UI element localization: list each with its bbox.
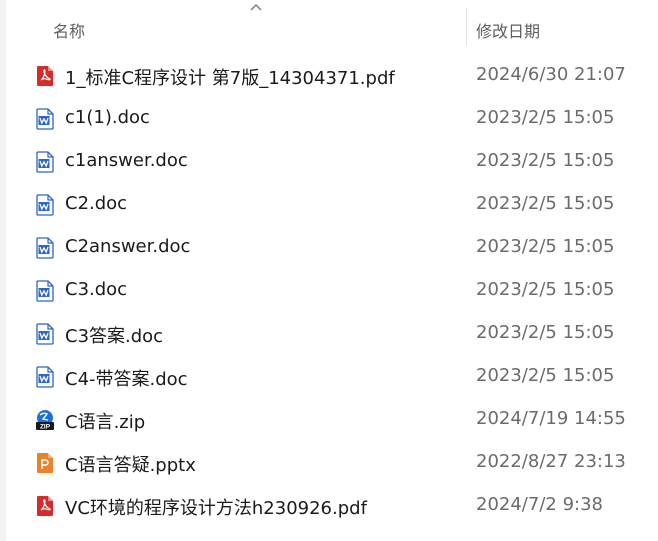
pptx-icon [37, 453, 53, 473]
word-doc-icon [36, 280, 54, 302]
file-name: C3答案.doc [65, 326, 164, 347]
column-header-date-modified[interactable]: 修改日期 [476, 18, 540, 42]
sort-ascending-icon[interactable] [249, 2, 263, 12]
file-date-modified: 2023/2/5 15:05 [476, 107, 615, 128]
file-row[interactable]: ZIP C语言.zip 2024/7/19 14:55 [6, 398, 658, 441]
file-name: c1(1).doc [65, 107, 150, 128]
pdf-icon [37, 496, 53, 516]
file-date-modified: 2022/8/27 23:13 [476, 451, 626, 472]
word-doc-icon [36, 237, 54, 259]
file-date-modified: 2023/2/5 15:05 [476, 150, 615, 171]
column-header-bar: 名称 修改日期 [6, 0, 658, 46]
file-name: c1answer.doc [65, 150, 188, 171]
file-date-modified: 2023/2/5 15:05 [476, 193, 615, 214]
file-date-modified: 2023/2/5 15:05 [476, 322, 615, 343]
file-name: C语言.zip [65, 412, 146, 433]
file-row[interactable]: C3.doc 2023/2/5 15:05 [6, 269, 658, 312]
file-row[interactable]: C3答案.doc 2023/2/5 15:05 [6, 312, 658, 355]
file-date-modified: 2024/7/2 9:38 [476, 494, 603, 515]
file-row[interactable]: VC环境的程序设计方法h230926.pdf 2024/7/2 9:38 [6, 484, 658, 527]
file-row[interactable]: 1_标准C程序设计 第7版_14304371.pdf 2024/6/30 21:… [6, 54, 658, 97]
file-name: C语言答疑.pptx [65, 455, 196, 476]
file-row[interactable]: c1answer.doc 2023/2/5 15:05 [6, 140, 658, 183]
file-name: 1_标准C程序设计 第7版_14304371.pdf [65, 68, 395, 89]
column-divider[interactable] [466, 8, 467, 46]
zip-icon: ZIP [36, 410, 54, 431]
file-name: VC环境的程序设计方法h230926.pdf [65, 498, 367, 519]
file-row[interactable]: c1(1).doc 2023/2/5 15:05 [6, 97, 658, 140]
pdf-icon [37, 66, 53, 86]
word-doc-icon [36, 366, 54, 388]
word-doc-icon [36, 194, 54, 216]
word-doc-icon [36, 108, 54, 130]
zip-icon-label: ZIP [40, 424, 51, 431]
word-doc-icon [36, 151, 54, 173]
file-name: C2answer.doc [65, 236, 191, 257]
file-row[interactable]: C语言答疑.pptx 2022/8/27 23:13 [6, 441, 658, 484]
word-doc-icon [36, 323, 54, 345]
column-header-name[interactable]: 名称 [53, 18, 85, 42]
file-date-modified: 2024/7/19 14:55 [476, 408, 626, 429]
file-row[interactable]: C2answer.doc 2023/2/5 15:05 [6, 226, 658, 269]
file-date-modified: 2024/6/30 21:07 [476, 64, 626, 85]
file-date-modified: 2023/2/5 15:05 [476, 365, 615, 386]
file-row[interactable]: C2.doc 2023/2/5 15:05 [6, 183, 658, 226]
file-date-modified: 2023/2/5 15:05 [476, 279, 615, 300]
file-date-modified: 2023/2/5 15:05 [476, 236, 615, 257]
file-name: C2.doc [65, 193, 128, 214]
file-row[interactable]: C4-带答案.doc 2023/2/5 15:05 [6, 355, 658, 398]
file-name: C4-带答案.doc [65, 369, 188, 390]
file-name: C3.doc [65, 279, 128, 300]
